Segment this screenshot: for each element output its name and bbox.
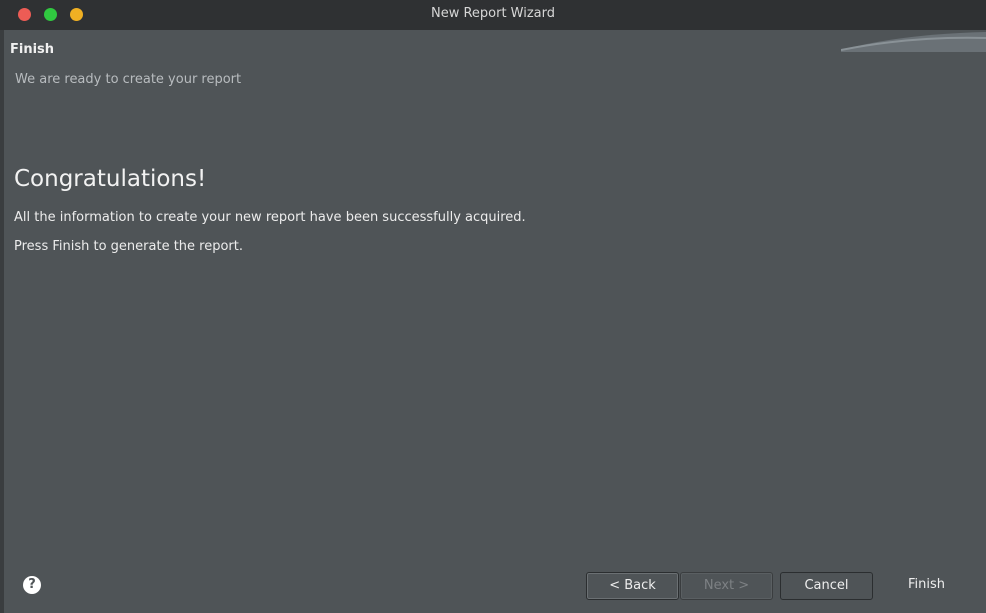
info-message: All the information to create your new r… — [14, 210, 526, 225]
congratulations-title: Congratulations! — [14, 166, 207, 192]
window-title: New Report Wizard — [430, 6, 556, 21]
title-bar: New Report Wizard — [0, 0, 986, 30]
page-description: We are ready to create your report — [15, 72, 242, 87]
help-icon[interactable]: ? — [23, 576, 41, 594]
header-decoration — [841, 32, 986, 52]
wizard-window: New Report Wizard Finish We are ready to… — [0, 0, 986, 613]
finish-button[interactable]: Finish — [880, 572, 973, 600]
cancel-button[interactable]: Cancel — [780, 572, 873, 600]
next-button[interactable]: Next > — [680, 572, 773, 600]
page-heading: Finish — [10, 42, 55, 57]
left-border — [0, 30, 4, 613]
back-button[interactable]: < Back — [586, 572, 679, 600]
instruction-message: Press Finish to generate the report. — [14, 239, 243, 254]
